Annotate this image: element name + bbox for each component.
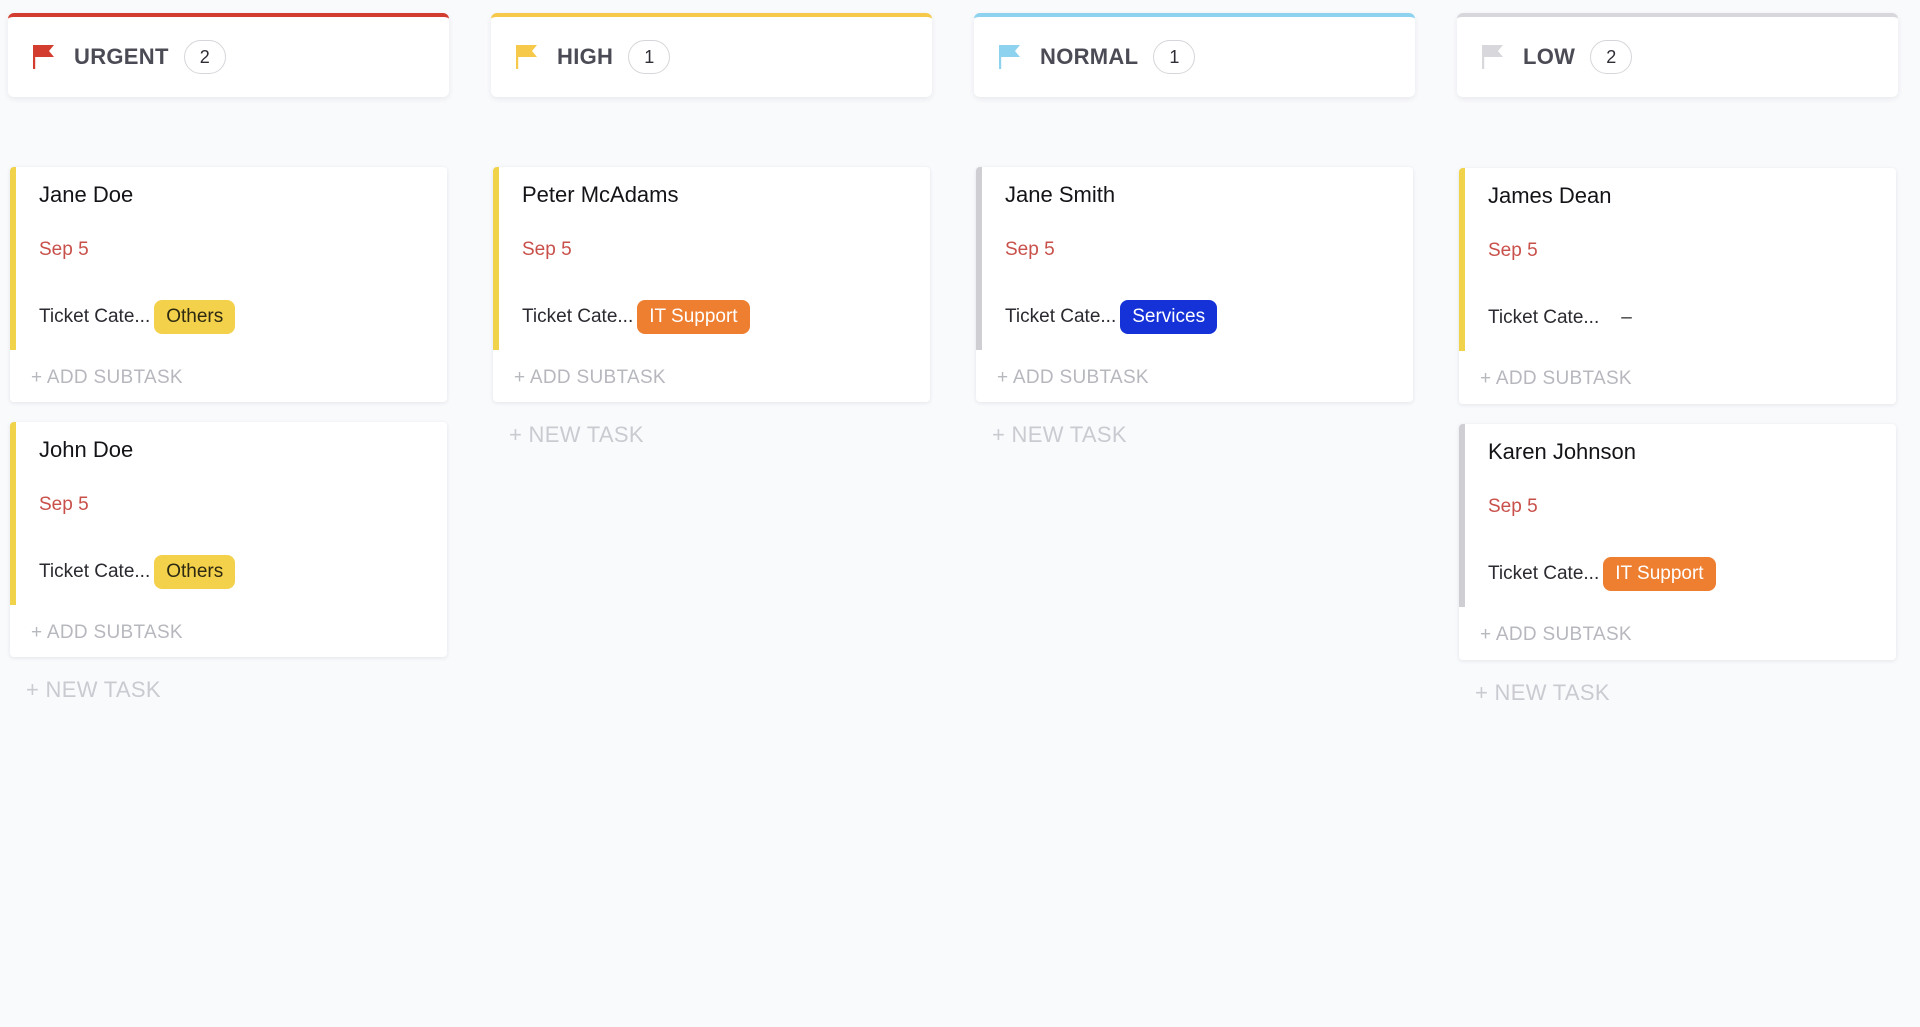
new-task-button[interactable]: + NEW TASK xyxy=(992,422,1413,448)
card-list: Jane Smith Sep 5 Ticket Cate... Services + A… xyxy=(976,167,1413,448)
ticket-category-field: Ticket Cate... Others xyxy=(39,299,236,335)
due-date[interactable]: Sep 5 xyxy=(522,239,572,261)
field-label: Ticket Cate... xyxy=(39,306,151,327)
column-title: URGENT xyxy=(74,44,169,69)
ticket-category-tag[interactable]: IT Support xyxy=(1603,557,1716,591)
task-name[interactable]: James Dean xyxy=(1488,183,1612,209)
card-stripe xyxy=(493,167,499,350)
task-name[interactable]: Karen Johnson xyxy=(1488,439,1636,465)
task-count-badge: 1 xyxy=(1153,40,1196,74)
task-card[interactable]: Karen Johnson Sep 5 Ticket Cate... IT Suppo… xyxy=(1459,424,1896,660)
due-date[interactable]: Sep 5 xyxy=(39,239,89,261)
column-header[interactable]: URGENT 2 xyxy=(8,13,449,97)
task-count-badge: 2 xyxy=(183,40,226,74)
new-task-button[interactable]: + NEW TASK xyxy=(26,677,447,703)
task-name[interactable]: Peter McAdams xyxy=(522,182,679,208)
ticket-category-field: Ticket Cate... Others xyxy=(39,554,236,590)
field-label: Ticket Cate... xyxy=(39,561,151,582)
column-normal: NORMAL 1 Jane Smith Sep 5 Ticket Cate... Serv… xyxy=(974,13,1415,447)
card-list: Jane Doe Sep 5 Ticket Cate... Others + ADD S… xyxy=(10,167,447,703)
add-subtask-button[interactable]: + ADD SUBTASK xyxy=(31,367,183,389)
task-name[interactable]: Jane Smith xyxy=(1005,182,1115,208)
add-subtask-button[interactable]: + ADD SUBTASK xyxy=(1480,624,1632,646)
ticket-category-field: Ticket Cate... IT Support xyxy=(522,299,750,335)
column-high: HIGH 1 Peter McAdams Sep 5 Ticket Cate... IT … xyxy=(491,13,932,447)
card-stripe xyxy=(1459,168,1465,351)
card-stripe xyxy=(10,422,16,605)
task-card[interactable]: James Dean Sep 5 Ticket Cate... – + ADD SUBT… xyxy=(1459,168,1896,404)
add-subtask-button[interactable]: + ADD SUBTASK xyxy=(1480,368,1632,390)
field-label: Ticket Cate... xyxy=(1005,306,1117,327)
column-header[interactable]: HIGH 1 xyxy=(491,13,932,97)
column-header[interactable]: LOW 2 xyxy=(1457,13,1898,97)
ticket-category-empty[interactable]: – xyxy=(1621,307,1632,329)
new-task-button[interactable]: + NEW TASK xyxy=(1475,680,1896,706)
field-label: Ticket Cate... xyxy=(1488,307,1600,328)
column-title: HIGH xyxy=(557,44,614,69)
task-card[interactable]: Jane Doe Sep 5 Ticket Cate... Others + ADD S… xyxy=(10,167,447,402)
column-title: LOW xyxy=(1523,44,1576,69)
task-name[interactable]: Jane Doe xyxy=(39,182,133,208)
due-date[interactable]: Sep 5 xyxy=(1488,496,1538,518)
task-count-badge: 1 xyxy=(628,40,671,74)
ticket-category-field: Ticket Cate... Services xyxy=(1005,299,1218,335)
task-name[interactable]: John Doe xyxy=(39,437,133,463)
due-date[interactable]: Sep 5 xyxy=(39,494,89,516)
ticket-category-tag[interactable]: IT Support xyxy=(637,300,750,334)
card-list: James Dean Sep 5 Ticket Cate... – + ADD SUBT… xyxy=(1459,168,1896,706)
card-stripe xyxy=(1459,424,1465,607)
ticket-category-tag[interactable]: Others xyxy=(154,555,236,589)
column-header[interactable]: NORMAL 1 xyxy=(974,13,1415,97)
card-stripe xyxy=(976,167,982,350)
kanban-board: URGENT 2 Jane Doe Sep 5 Ticket Cate... Others… xyxy=(0,0,1920,1027)
task-card[interactable]: Peter McAdams Sep 5 Ticket Cate... IT Suppo… xyxy=(493,167,930,402)
field-label: Ticket Cate... xyxy=(522,306,634,327)
card-list: Peter McAdams Sep 5 Ticket Cate... IT Suppo… xyxy=(493,167,930,448)
flag-icon xyxy=(515,43,539,71)
ticket-category-tag[interactable]: Others xyxy=(154,300,236,334)
flag-icon xyxy=(32,43,56,71)
new-task-button[interactable]: + NEW TASK xyxy=(509,422,930,448)
column-urgent: URGENT 2 Jane Doe Sep 5 Ticket Cate... Others… xyxy=(8,13,449,702)
ticket-category-tag[interactable]: Services xyxy=(1120,300,1218,334)
task-card[interactable]: Jane Smith Sep 5 Ticket Cate... Services + A… xyxy=(976,167,1413,402)
ticket-category-field: Ticket Cate... – xyxy=(1488,300,1632,336)
add-subtask-button[interactable]: + ADD SUBTASK xyxy=(31,622,183,644)
flag-icon xyxy=(1481,43,1505,71)
due-date[interactable]: Sep 5 xyxy=(1488,240,1538,262)
due-date[interactable]: Sep 5 xyxy=(1005,239,1055,261)
task-count-badge: 2 xyxy=(1590,40,1633,74)
add-subtask-button[interactable]: + ADD SUBTASK xyxy=(514,367,666,389)
add-subtask-button[interactable]: + ADD SUBTASK xyxy=(997,367,1149,389)
card-stripe xyxy=(10,167,16,350)
ticket-category-field: Ticket Cate... IT Support xyxy=(1488,556,1716,592)
field-label: Ticket Cate... xyxy=(1488,563,1600,584)
column-title: NORMAL xyxy=(1040,44,1139,69)
column-low: LOW 2 James Dean Sep 5 Ticket Cate... – + ADD … xyxy=(1457,13,1898,705)
task-card[interactable]: John Doe Sep 5 Ticket Cate... Others + ADD S… xyxy=(10,422,447,657)
flag-icon xyxy=(998,43,1022,71)
